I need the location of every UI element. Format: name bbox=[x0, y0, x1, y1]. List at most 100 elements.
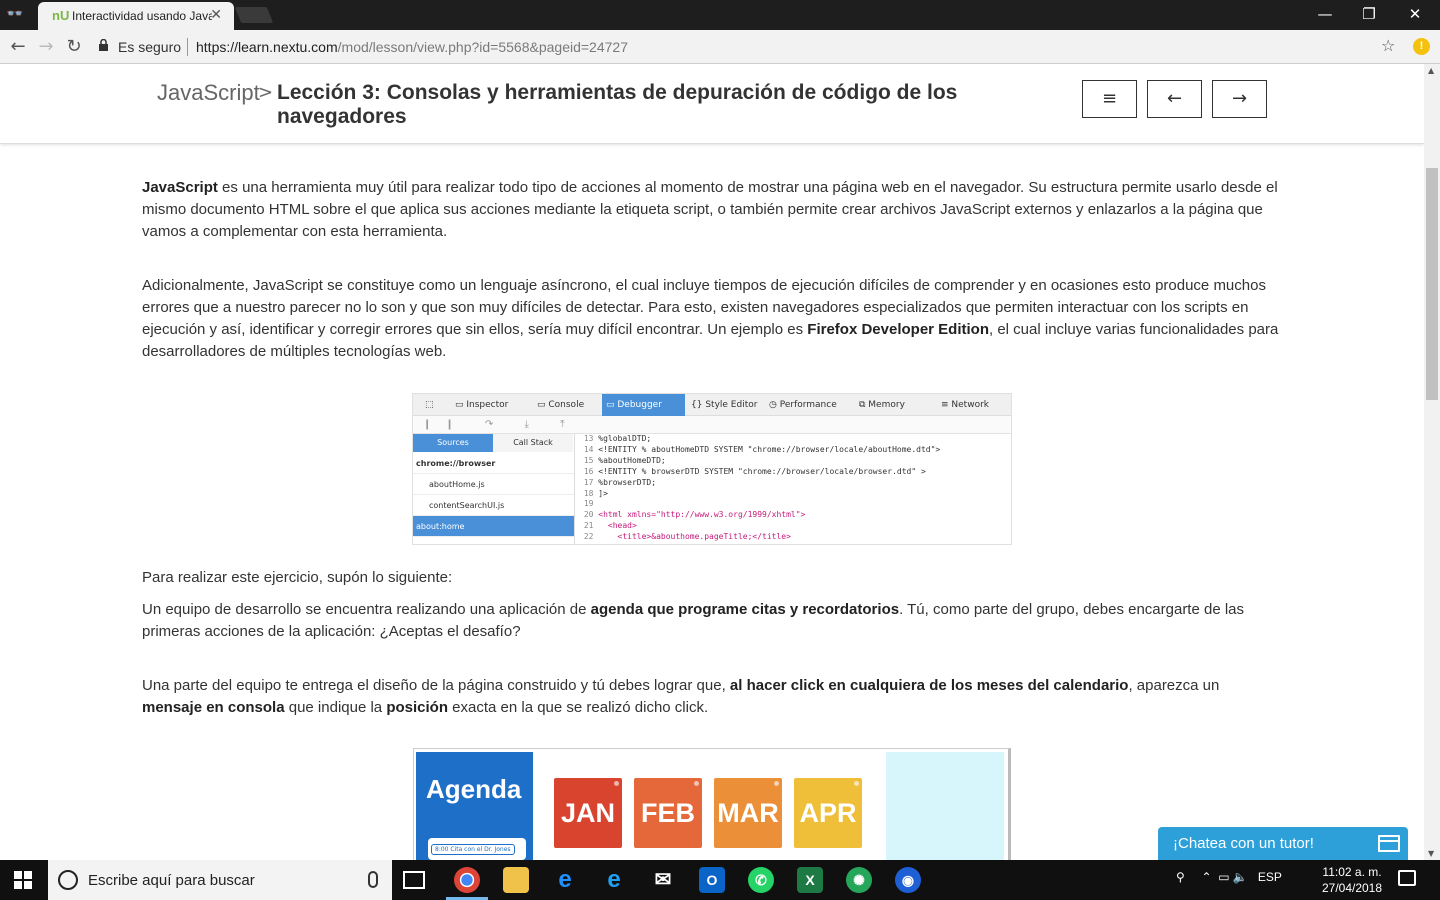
microphone-icon[interactable] bbox=[368, 871, 378, 888]
page-content: JavaScript > Lección 3: Consolas y herra… bbox=[0, 64, 1424, 860]
browser-tab[interactable]: nU Interactividad usando JavaScript ✕ bbox=[38, 2, 234, 30]
window-icon bbox=[1378, 835, 1400, 852]
url-host: https://learn.nextu.com bbox=[196, 39, 338, 55]
devtools-tab-label: Memory bbox=[868, 400, 905, 410]
url-path: /mod/lesson/view.php?id=5568&pageid=2472… bbox=[337, 39, 628, 55]
calendar-panel bbox=[886, 752, 1004, 860]
code-text: <html xmlns="http://www.w3.org/1999/xhtm… bbox=[598, 510, 806, 520]
code-line: 22 <title>&abouthome.pageTitle;</title> bbox=[579, 532, 1011, 543]
address-bar[interactable]: Es seguro https://learn.nextu.com/mod/le… bbox=[92, 36, 1404, 58]
menu-button[interactable]: ≡ bbox=[1082, 80, 1137, 118]
paragraph-text: que indique la bbox=[284, 699, 387, 716]
source-item: aboutHome.js bbox=[413, 474, 574, 495]
chrome-icon[interactable] bbox=[454, 867, 480, 893]
paragraph-text: Una parte del equipo te entrega el diseñ… bbox=[142, 677, 730, 694]
scroll-up-icon[interactable]: ▲ bbox=[1428, 66, 1434, 75]
devtools-tab-label: Network bbox=[951, 400, 989, 410]
picker-icon: ⬚ bbox=[425, 400, 434, 410]
secure-label: Es seguro bbox=[118, 39, 182, 55]
bookmark-star-icon[interactable]: ☆ bbox=[1381, 36, 1395, 55]
outlook-icon[interactable]: O bbox=[699, 867, 725, 893]
windows-start-icon[interactable] bbox=[14, 871, 32, 889]
bold-text: mensaje en consola bbox=[142, 699, 285, 716]
tray-chevron-icon[interactable]: ⌃ bbox=[1201, 870, 1211, 884]
source-item: contentSearchUI.js bbox=[413, 495, 574, 516]
paragraph-text: exacta en la que se realizó dicho click. bbox=[447, 699, 709, 716]
line-number: 13 bbox=[579, 434, 599, 443]
breadcrumb-separator: > bbox=[258, 82, 274, 103]
internet-explorer-icon[interactable]: e bbox=[601, 867, 627, 893]
firefox-developer-icon[interactable]: ◉ bbox=[895, 867, 921, 893]
taskbar-search[interactable]: Escribe aquí para buscar bbox=[48, 860, 392, 900]
page-title: Lección 3: Consolas y herramientas de de… bbox=[277, 81, 958, 128]
close-window-button[interactable]: ✕ bbox=[1403, 4, 1427, 24]
reload-button[interactable]: ↻ bbox=[63, 38, 85, 56]
close-tab-icon[interactable]: ✕ bbox=[210, 7, 222, 23]
code-text: %globalDTD; bbox=[598, 434, 652, 443]
devtools-tab-label: Console bbox=[548, 400, 585, 410]
agenda-panel: Agenda 8:00 Cita con el Dr. Jones bbox=[416, 752, 533, 860]
favicon-icon: nU bbox=[52, 8, 70, 23]
edge-icon[interactable]: e bbox=[552, 867, 578, 893]
maximize-button[interactable]: ❐ bbox=[1357, 4, 1381, 24]
app-icon[interactable]: ✺ bbox=[846, 867, 872, 893]
code-line: 16 <!ENTITY % browserDTD SYSTEM "chrome:… bbox=[579, 467, 1011, 478]
chat-tutor-button[interactable]: ¡Chatea con un tutor! bbox=[1158, 827, 1408, 860]
language-indicator[interactable]: ESP bbox=[1258, 870, 1282, 884]
code-text: ]> bbox=[598, 488, 608, 498]
code-line: 20 <html xmlns="http://www.w3.org/1999/x… bbox=[579, 510, 1011, 521]
back-button[interactable]: ← bbox=[7, 38, 29, 56]
url-text[interactable]: https://learn.nextu.com/mod/lesson/view.… bbox=[196, 39, 628, 55]
line-number: 22 bbox=[579, 532, 599, 542]
paragraph-text: Un equipo de desarrollo se encuentra rea… bbox=[142, 601, 591, 618]
notification-icon[interactable] bbox=[1398, 870, 1416, 886]
breadcrumb[interactable]: JavaScript bbox=[157, 80, 260, 106]
bold-text: al hacer click en cualquiera de los mese… bbox=[729, 677, 1129, 694]
line-number: 19 bbox=[579, 499, 599, 509]
scrollbar[interactable]: ▲ ▼ bbox=[1424, 64, 1440, 860]
agenda-title: Agenda bbox=[426, 774, 522, 804]
sources-pane: Sources Call Stack chrome://browser abou… bbox=[413, 434, 575, 544]
lesson-header: JavaScript > Lección 3: Consolas y herra… bbox=[0, 64, 1424, 144]
next-page-button[interactable]: → bbox=[1212, 80, 1267, 118]
code-text: %browserDTD; bbox=[598, 477, 657, 487]
people-icon[interactable]: ⚲ bbox=[1176, 870, 1185, 884]
whatsapp-icon[interactable]: ✆ bbox=[748, 867, 774, 893]
extension-icon[interactable]: ! bbox=[1413, 38, 1430, 55]
bold-text: agenda que programe citas y recordatorio… bbox=[590, 601, 900, 618]
line-number: 18 bbox=[579, 488, 599, 498]
search-placeholder: Escribe aquí para buscar bbox=[88, 872, 255, 889]
devtools-tab-active: ▭ Debugger bbox=[602, 394, 685, 416]
code-line: 19 bbox=[579, 499, 1011, 510]
scroll-down-icon[interactable]: ▼ bbox=[1428, 849, 1434, 858]
file-explorer-icon[interactable] bbox=[503, 867, 529, 893]
mail-icon[interactable]: ✉ bbox=[650, 867, 676, 893]
network-icon[interactable]: ▭ bbox=[1218, 870, 1229, 884]
new-tab-button[interactable] bbox=[234, 7, 274, 23]
paragraph-text: es una herramienta muy útil para realiza… bbox=[142, 179, 1278, 240]
lock-icon bbox=[99, 39, 108, 51]
paragraph-intro: JavaScript es una herramienta muy útil p… bbox=[142, 177, 1282, 243]
forward-button[interactable]: → bbox=[35, 38, 57, 56]
minimize-button[interactable]: — bbox=[1313, 4, 1337, 24]
month-tile-jan: JAN bbox=[554, 778, 622, 848]
excel-icon[interactable]: X bbox=[797, 867, 823, 893]
code-line: 21 <head> bbox=[579, 521, 1011, 532]
appointment-card: 8:00 Cita con el Dr. Jones bbox=[428, 838, 526, 860]
clock[interactable]: 11:02 a. m. 27/04/2018 bbox=[1316, 864, 1388, 896]
scrollbar-thumb[interactable] bbox=[1426, 168, 1438, 400]
month-label: FEB bbox=[641, 798, 695, 828]
devtools-tabbar: ⬚ ▭ Inspector ▭ Console ▭ Debugger {} St… bbox=[413, 394, 1011, 416]
paragraph-task: Una parte del equipo te entrega el diseñ… bbox=[142, 675, 1282, 719]
cortana-icon bbox=[58, 870, 78, 890]
devtools-tab: ≡ Network bbox=[941, 400, 989, 410]
bold-text: Firefox Developer Edition bbox=[807, 321, 989, 338]
system-tray[interactable]: ⚲ ⌃ ▭ 🔈 ESP bbox=[1176, 870, 1282, 884]
code-line: 13 %globalDTD; bbox=[579, 434, 1011, 445]
prev-page-button[interactable]: ← bbox=[1147, 80, 1202, 118]
month-label: MAR bbox=[717, 798, 779, 828]
volume-icon[interactable]: 🔈 bbox=[1233, 870, 1248, 884]
devtools-tab: {} Style Editor bbox=[691, 400, 758, 410]
task-view-icon[interactable] bbox=[403, 871, 425, 889]
bold-text: posición bbox=[386, 699, 448, 716]
